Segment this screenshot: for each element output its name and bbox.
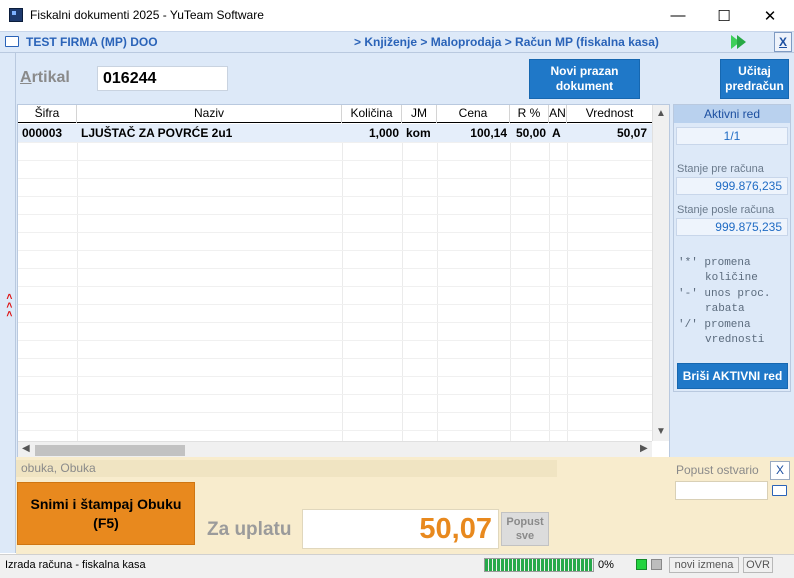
cell-an: A (552, 126, 561, 140)
discount-all-line2: sve (515, 530, 535, 542)
expand-arrows-icon[interactable]: < < < (3, 285, 14, 316)
cell-jm: kom (406, 126, 431, 140)
hint-quantity-key: '*' promena (678, 257, 751, 269)
items-grid[interactable]: Šifra Naziv Količina JM Cena R % AN Vred… (17, 104, 670, 458)
col-header-vrednost[interactable]: Vrednost (567, 105, 652, 123)
col-header-naziv[interactable]: Naziv (77, 105, 342, 123)
artikal-input[interactable] (97, 66, 228, 91)
chevron-right-icon[interactable]: ▶ (640, 443, 648, 454)
edit-mode-indicator: novi izmena (669, 557, 739, 573)
table-row[interactable]: 000003 LJUŠTAČ ZA POVRĆE 2u1 1,000 kom 1… (18, 124, 652, 142)
horizontal-scroll-thumb[interactable] (35, 445, 185, 456)
hint-discount-key: '-' unos proc. (678, 288, 771, 300)
active-row-panel (673, 104, 791, 392)
close-document-button[interactable]: X (774, 32, 792, 52)
company-name: TEST FIRMA (MP) DOO (26, 35, 158, 49)
grid-header: Šifra Naziv Količina JM Cena R % AN Vred… (18, 105, 652, 123)
cell-kolicina: 1,000 (368, 126, 399, 140)
minimize-icon[interactable]: — (655, 0, 701, 31)
hint-quantity-text: količine (705, 272, 758, 284)
amount-due-value: 50,07 (302, 509, 499, 549)
col-header-sifra[interactable]: Šifra (18, 105, 77, 123)
horizontal-scrollbar[interactable]: ◀ ▶ (18, 441, 652, 457)
col-header-rabat[interactable]: R % (510, 105, 549, 123)
cell-vrednost: 50,07 (616, 126, 647, 140)
stock-before-value: 999.876,235 (676, 177, 788, 195)
load-proforma-button[interactable]: Učitaj predračun (720, 59, 789, 99)
artikal-label-rest: rtikal (31, 69, 70, 86)
save-print-line1: Snimi i štampaj Obuku (30, 495, 182, 512)
col-header-an[interactable]: AN (549, 105, 567, 123)
artikal-label-hotkey: A (20, 69, 32, 86)
discount-all-button[interactable]: Popust sve (501, 512, 549, 546)
chevron-up-icon[interactable]: ▲ (656, 108, 666, 119)
new-empty-document-button[interactable]: Novi prazan dokument (529, 59, 640, 99)
operator-label: obuka, Obuka (16, 460, 557, 477)
app-icon (9, 8, 23, 22)
cell-cena: 100,14 (470, 126, 507, 140)
save-and-print-button[interactable]: Snimi i štampaj Obuku (F5) (17, 482, 195, 545)
load-pred-line2: predračun (725, 79, 784, 93)
new-doc-line2: dokument (555, 79, 614, 93)
load-pred-line1: Učitaj (738, 64, 771, 78)
progress-bar (484, 558, 594, 572)
maximize-icon[interactable]: ☐ (701, 0, 747, 31)
status-indicator-gray (651, 559, 662, 570)
cell-sifra: 000003 (22, 126, 63, 140)
col-header-kolicina[interactable]: Količina (342, 105, 402, 123)
folder-icon (5, 36, 19, 47)
chevron-down-icon[interactable]: ▼ (656, 426, 666, 437)
hint-discount-text: rabata (705, 303, 745, 315)
expand-arrows-label: < < < (3, 293, 14, 317)
close-icon[interactable]: ✕ (747, 0, 793, 31)
save-print-line2: (F5) (93, 514, 119, 531)
discount-clear-button[interactable]: X (770, 461, 790, 480)
cell-rabat: 50,00 (515, 126, 546, 140)
folder-icon[interactable] (772, 485, 787, 496)
status-text: Izrada računa - fiskalna kasa (5, 559, 146, 571)
col-header-jm[interactable]: JM (402, 105, 437, 123)
active-row-title: Aktivni red (674, 105, 790, 123)
row-position: 1/1 (676, 127, 788, 145)
breadcrumb: > Knjiženje > Maloprodaja > Račun MP (fi… (354, 35, 659, 49)
col-header-cena[interactable]: Cena (437, 105, 510, 123)
status-indicator-green (636, 559, 647, 570)
discount-all-line1: Popust (506, 516, 544, 528)
cell-naziv: LJUŠTAČ ZA POVRĆE 2u1 (81, 126, 233, 140)
window-title: Fiskalni dokumenti 2025 - YuTeam Softwar… (30, 8, 264, 22)
artikal-label: Artikal (20, 69, 70, 87)
delete-active-row-button[interactable]: Briši AKTIVNI red (677, 363, 788, 389)
progress-percent: 0% (598, 559, 614, 571)
hint-value-key: '/' promena (678, 319, 751, 331)
hint-value-text: vrednosti (705, 334, 765, 346)
play-icon[interactable] (737, 35, 746, 49)
new-doc-line1: Novi prazan (550, 64, 619, 78)
overwrite-indicator: OVR (743, 557, 773, 573)
discount-by-label: Popust ostvario (676, 463, 759, 477)
vertical-scrollbar[interactable]: ▲ ▼ (652, 105, 669, 441)
discount-by-input[interactable] (675, 481, 768, 500)
amount-due-label: Za uplatu (207, 519, 292, 540)
stock-after-label: Stanje posle računa (677, 204, 775, 216)
chevron-left-icon[interactable]: ◀ (22, 443, 30, 454)
stock-before-label: Stanje pre računa (677, 163, 764, 175)
stock-after-value: 999.875,235 (676, 218, 788, 236)
